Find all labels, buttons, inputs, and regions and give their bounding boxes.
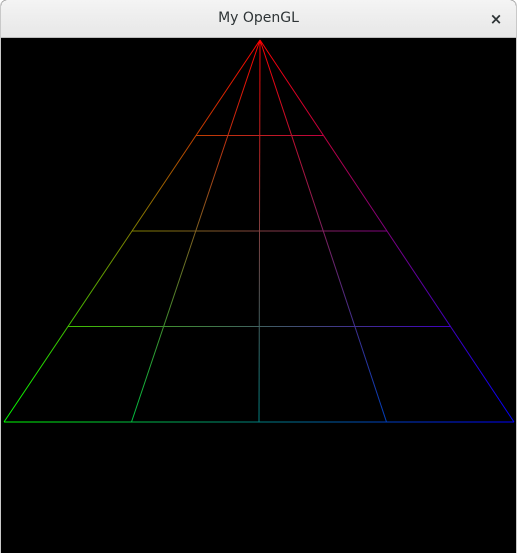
grid-fan-line	[258, 39, 261, 423]
gl-canvas[interactable]	[2, 38, 516, 553]
title-bar[interactable]: My OpenGL ×	[1, 0, 516, 38]
triangle-grid-render	[3, 39, 515, 423]
close-icon[interactable]: ×	[486, 9, 506, 29]
window-title: My OpenGL	[218, 10, 299, 26]
opengl-window[interactable]: My OpenGL ×	[0, 0, 517, 553]
